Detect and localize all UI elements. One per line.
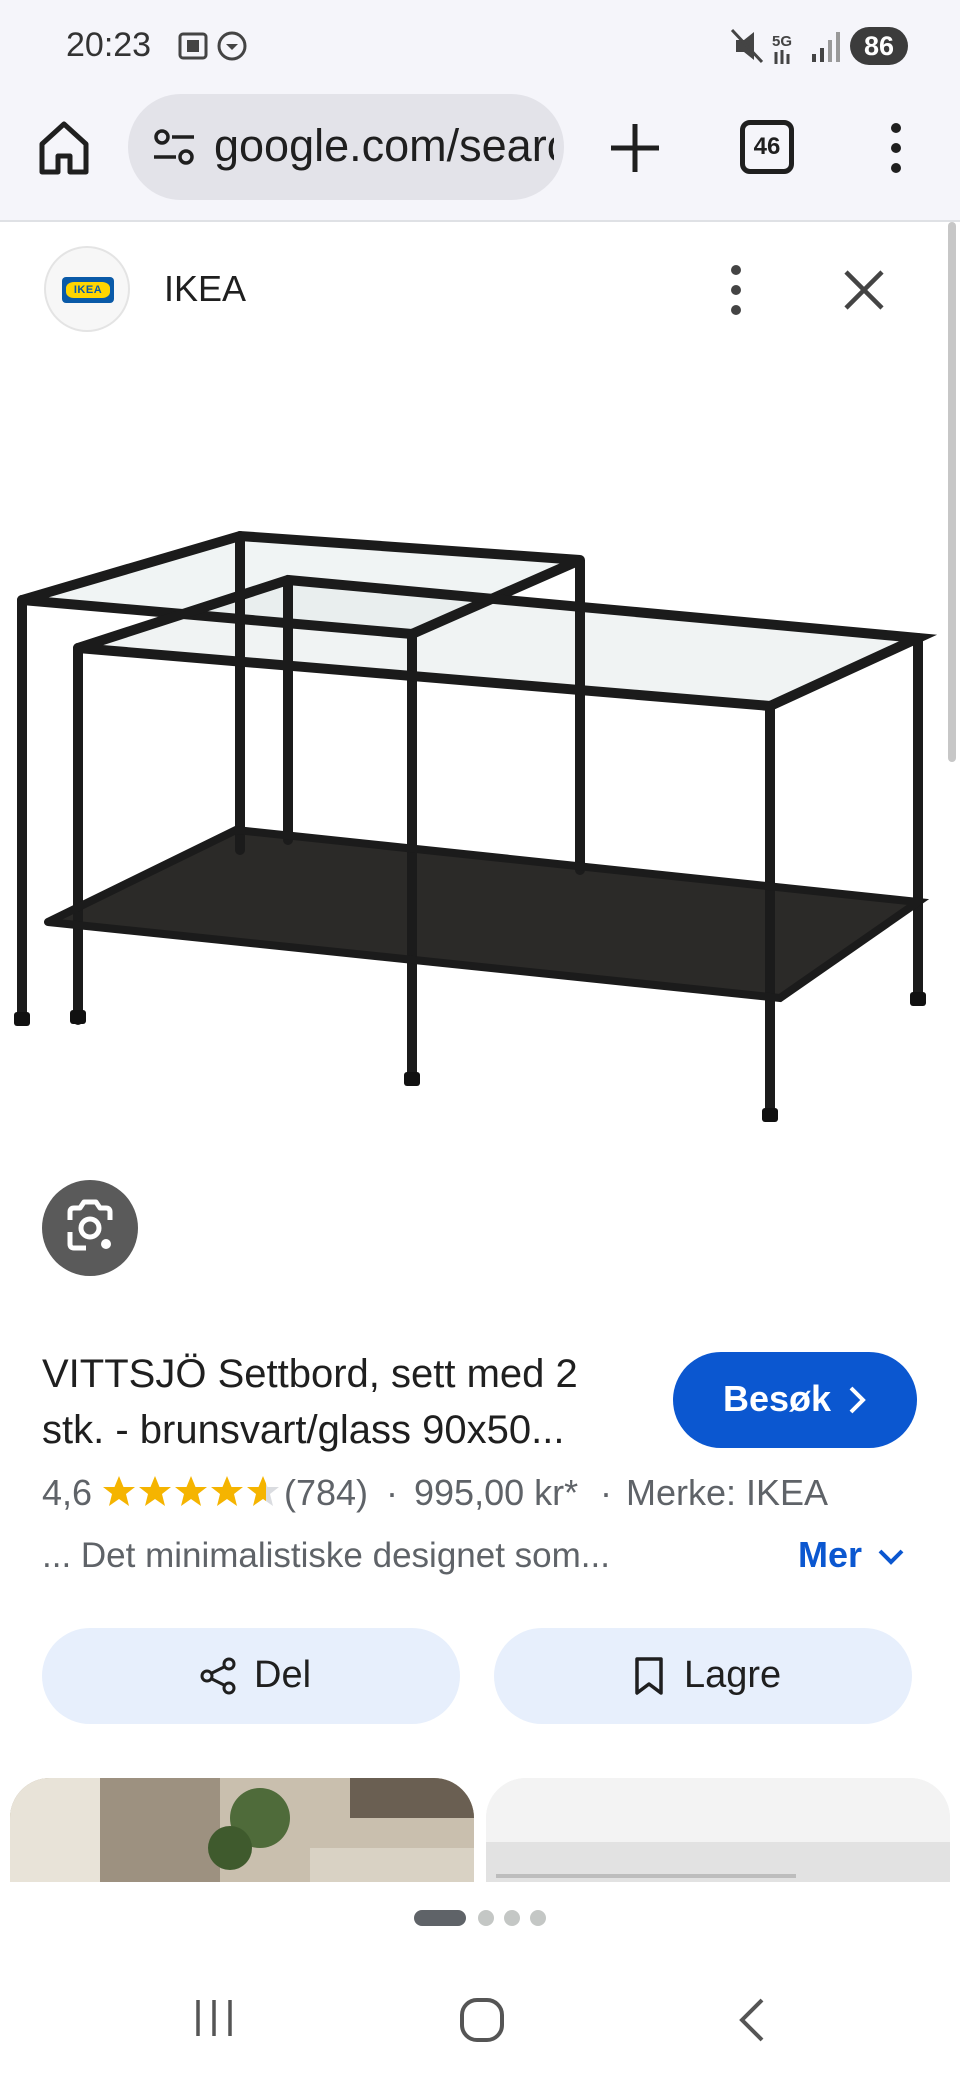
lens-icon (67, 1199, 113, 1251)
star-icon (103, 1476, 279, 1506)
battery-indicator: 86 (850, 27, 908, 65)
share-icon (200, 1657, 236, 1695)
carousel-dot-active[interactable] (414, 1910, 466, 1926)
bookmark-icon (635, 1657, 663, 1695)
source-name[interactable]: IKEA (164, 268, 246, 310)
product-title-line-2[interactable]: stk. - brunsvart/glass 90x50... (42, 1402, 642, 1458)
ikea-logo: IKEA (44, 246, 130, 332)
home-nav-icon[interactable] (458, 1996, 506, 2044)
share-button-label: Del (254, 1654, 312, 1696)
separator-dot: · (600, 1472, 612, 1513)
review-count[interactable]: (784) (284, 1472, 368, 1514)
site-info-icon[interactable] (152, 127, 196, 167)
related-result-card[interactable] (10, 1778, 474, 1882)
visit-button-label: Besøk (723, 1378, 832, 1419)
status-icons: 5G (730, 28, 840, 64)
address-bar[interactable]: google.com/search (128, 94, 564, 200)
chevron-right-icon (849, 1386, 866, 1414)
ikea-logo-text: IKEA (66, 282, 110, 298)
recent-apps-icon[interactable] (192, 1996, 236, 2040)
google-lens-button[interactable] (42, 1180, 138, 1276)
chevron-down-icon (878, 1549, 904, 1565)
separator-dot: · (386, 1472, 398, 1513)
screenshot-notification-icons (178, 31, 247, 61)
home-icon[interactable] (34, 116, 94, 180)
close-icon[interactable] (838, 264, 890, 316)
share-button[interactable]: Del (42, 1628, 460, 1724)
star-rating (103, 1476, 279, 1506)
related-result-card[interactable] (486, 1778, 950, 1882)
product-description: ... Det minimalistiske designet som... (42, 1536, 610, 1575)
new-tab-plus-icon[interactable] (605, 118, 665, 178)
rating-value: 4,6 (42, 1472, 93, 1513)
product-price: 995,00 kr* (414, 1472, 579, 1513)
carousel-dot[interactable] (478, 1910, 494, 1926)
signal-icon (812, 32, 840, 62)
save-button[interactable]: Lagre (494, 1628, 912, 1724)
tab-switcher-button[interactable]: 46 (740, 120, 794, 174)
more-button[interactable]: Mer (798, 1534, 918, 1582)
product-meta-row: 4,6 (784) · 995,00 kr* · Merke: IKEA (42, 1472, 922, 1522)
product-brand: Merke: IKEA (626, 1472, 829, 1513)
status-time: 20:23 (66, 26, 152, 64)
ikea-logo-mark: IKEA (62, 277, 114, 303)
product-title-line-1[interactable]: VITTSJÖ Settbord, sett med 2 (42, 1346, 642, 1402)
carousel-dot[interactable] (530, 1910, 546, 1926)
network-type-label: 5G (772, 33, 792, 50)
product-image[interactable] (0, 420, 960, 1180)
product-title[interactable]: VITTSJÖ Settbord, sett med 2 stk. - brun… (42, 1346, 642, 1458)
visit-button[interactable]: Besøk (673, 1352, 917, 1448)
mute-icon (730, 28, 764, 64)
more-options-icon[interactable] (720, 262, 752, 318)
more-button-label: Mer (798, 1534, 863, 1575)
carousel-dot[interactable] (504, 1910, 520, 1926)
browser-menu-icon[interactable] (880, 118, 912, 178)
related-result-thumbnail (486, 1778, 950, 1882)
related-result-thumbnail (10, 1778, 474, 1882)
save-button-label: Lagre (684, 1654, 782, 1696)
url-text[interactable]: google.com/search (214, 120, 554, 172)
back-icon[interactable] (736, 1996, 768, 2044)
